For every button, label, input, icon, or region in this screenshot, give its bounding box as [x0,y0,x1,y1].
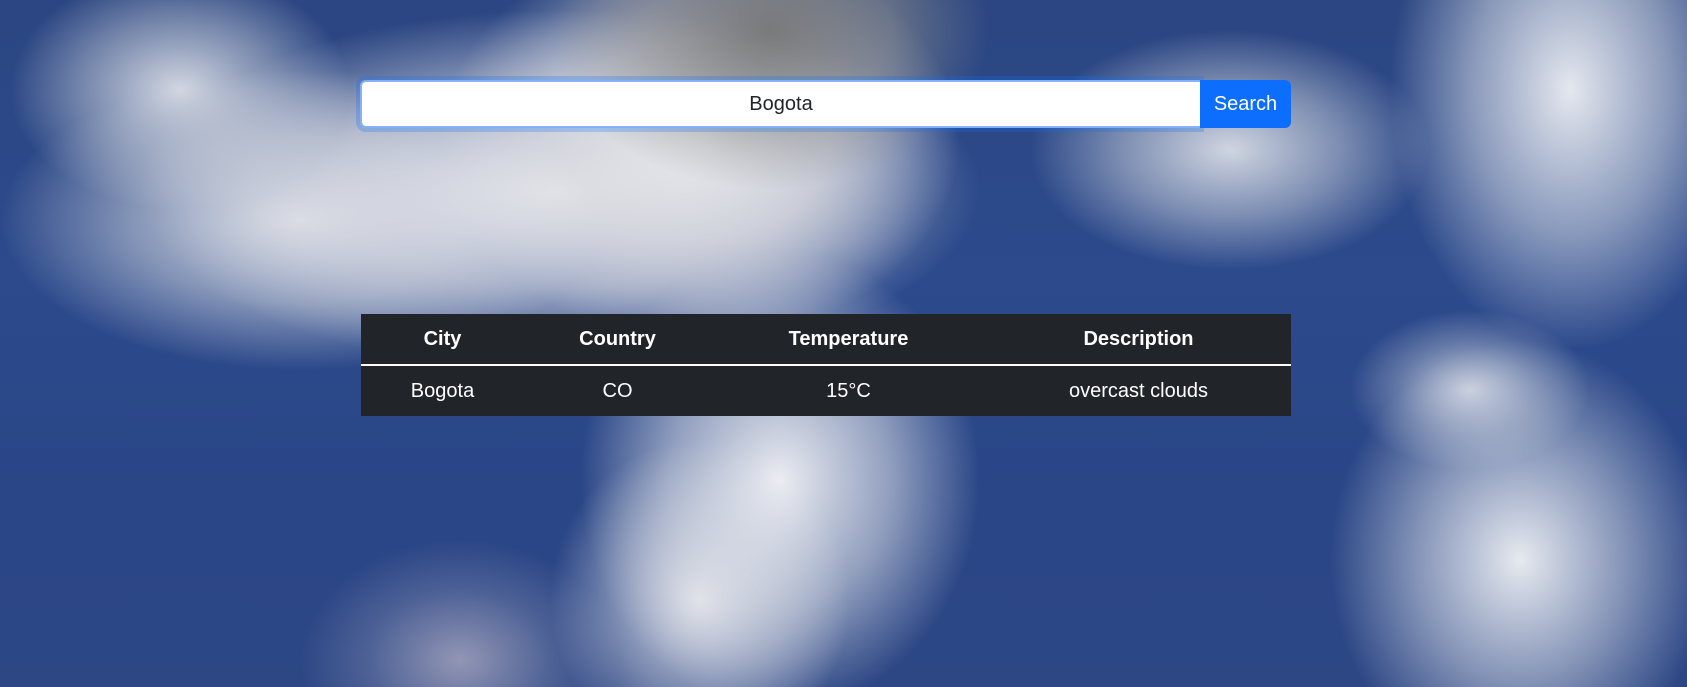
weather-results-table: City Country Temperature Description Bog… [361,314,1291,416]
search-button[interactable]: Search [1200,80,1291,128]
table-header-row: City Country Temperature Description [361,314,1291,366]
column-header-description: Description [986,314,1291,366]
search-form: Search [360,80,1291,128]
cell-temperature: 15°C [826,379,871,402]
cell-country: CO [602,379,633,402]
column-header-city: City [361,314,524,366]
city-search-input[interactable] [360,80,1200,128]
column-header-temperature: Temperature [711,314,986,366]
cell-city: Bogota [410,379,475,402]
table-row: Bogota CO 15°C overcast clouds [361,365,1291,416]
column-header-country: Country [524,314,711,366]
cell-description: overcast clouds [1069,379,1208,402]
